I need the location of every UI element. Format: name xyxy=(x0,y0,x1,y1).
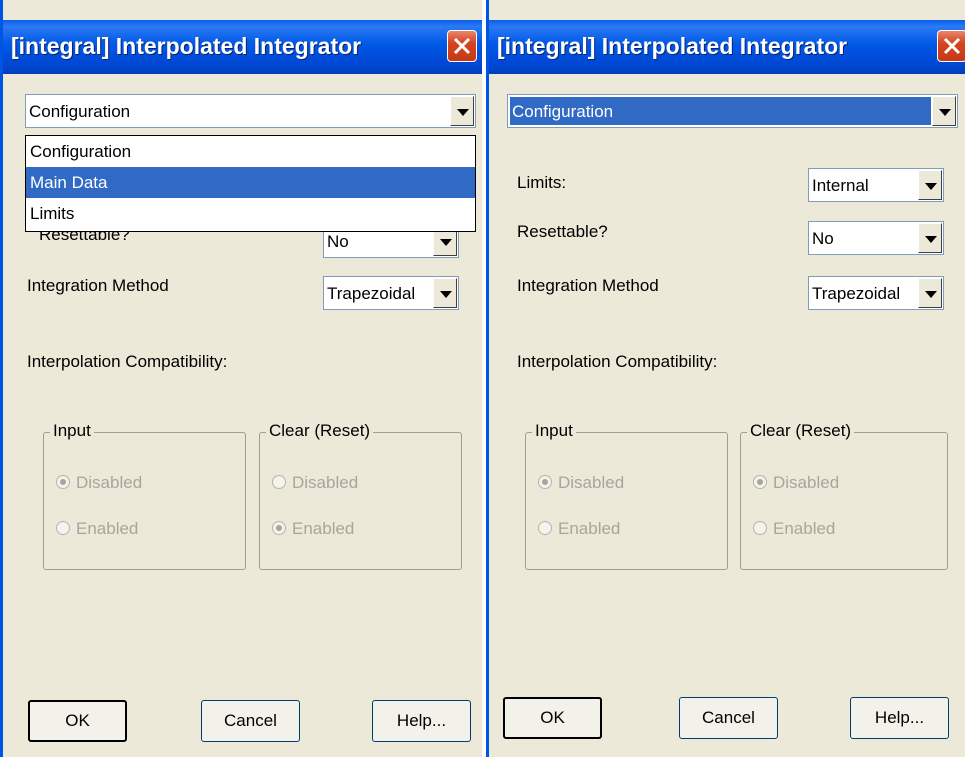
dropdown-option-limits[interactable]: Limits xyxy=(26,198,475,229)
close-icon xyxy=(943,37,961,55)
radio-label: Disabled xyxy=(773,473,840,492)
page-select[interactable]: Configuration xyxy=(507,94,958,128)
close-icon xyxy=(453,37,471,55)
clear-disabled-radio[interactable]: Disabled xyxy=(272,473,358,493)
radio-icon xyxy=(272,521,286,535)
dialog-left: [integral] Interpolated Integrator Confi… xyxy=(0,0,482,757)
input-group: Input Disabled Enabled xyxy=(43,421,246,570)
input-group-label: Input xyxy=(50,421,94,441)
integration-method-value: Trapezoidal xyxy=(327,284,416,303)
dropdown-option-configuration[interactable]: Configuration xyxy=(26,136,475,167)
radio-icon xyxy=(753,521,767,535)
radio-icon xyxy=(272,475,286,489)
radio-icon xyxy=(753,475,767,489)
input-disabled-radio[interactable]: Disabled xyxy=(538,473,624,493)
clear-reset-group: Clear (Reset) Disabled Enabled xyxy=(740,421,948,570)
page-dropdown-list: Configuration Main Data Limits xyxy=(25,135,476,232)
integration-method-label: Integration Method xyxy=(517,276,659,295)
resettable-select[interactable]: No xyxy=(808,221,944,255)
limits-value: Internal xyxy=(812,176,869,195)
dialog-title: [integral] Interpolated Integrator xyxy=(11,33,362,59)
clear-reset-group: Clear (Reset) Disabled Enabled xyxy=(259,421,462,570)
ok-button[interactable]: OK xyxy=(503,697,602,739)
title-bar[interactable]: [integral] Interpolated Integrator xyxy=(489,20,965,74)
dialog-title: [integral] Interpolated Integrator xyxy=(497,33,848,59)
help-button[interactable]: Help... xyxy=(372,700,471,742)
resettable-value: No xyxy=(812,229,834,248)
cancel-button[interactable]: Cancel xyxy=(679,697,778,739)
integration-method-label: Integration Method xyxy=(27,276,169,295)
dropdown-option-main-data[interactable]: Main Data xyxy=(26,167,475,198)
integration-method-select[interactable]: Trapezoidal xyxy=(323,276,459,310)
resettable-value: No xyxy=(327,232,349,251)
radio-label: Disabled xyxy=(292,473,359,492)
clear-reset-group-label: Clear (Reset) xyxy=(747,421,855,441)
cancel-button[interactable]: Cancel xyxy=(201,700,300,742)
radio-label: Disabled xyxy=(558,473,625,492)
input-group: Input Disabled Enabled xyxy=(525,421,728,570)
ok-button[interactable]: OK xyxy=(28,700,127,742)
clear-disabled-radio[interactable]: Disabled xyxy=(753,473,839,493)
radio-label: Enabled xyxy=(292,519,355,538)
chevron-down-icon[interactable] xyxy=(918,223,942,253)
close-button[interactable] xyxy=(937,30,965,62)
integration-method-select[interactable]: Trapezoidal xyxy=(808,276,944,310)
radio-label: Enabled xyxy=(76,519,139,538)
resettable-label: Resettable? xyxy=(517,222,608,241)
chevron-down-icon[interactable] xyxy=(932,96,956,126)
clear-enabled-radio[interactable]: Enabled xyxy=(753,519,835,539)
limits-label: Limits: xyxy=(517,173,567,192)
radio-icon xyxy=(56,521,70,535)
input-disabled-radio[interactable]: Disabled xyxy=(56,473,142,493)
radio-icon xyxy=(56,475,70,489)
radio-label: Enabled xyxy=(558,519,621,538)
help-button[interactable]: Help... xyxy=(850,697,949,739)
radio-label: Disabled xyxy=(76,473,143,492)
chevron-down-icon[interactable] xyxy=(918,278,942,308)
page-select-value: Configuration xyxy=(510,97,931,125)
chevron-down-icon[interactable] xyxy=(918,170,942,200)
input-enabled-radio[interactable]: Enabled xyxy=(56,519,138,539)
integration-method-value: Trapezoidal xyxy=(812,284,901,303)
close-button[interactable] xyxy=(447,30,477,62)
dialog-right: [integral] Interpolated Integrator Confi… xyxy=(486,0,965,757)
interpolation-compatibility-label: Interpolation Compatibility: xyxy=(27,352,228,371)
page-select[interactable]: Configuration xyxy=(25,94,476,128)
clear-enabled-radio[interactable]: Enabled xyxy=(272,519,354,539)
radio-icon xyxy=(538,475,552,489)
clear-reset-group-label: Clear (Reset) xyxy=(266,421,374,441)
input-group-label: Input xyxy=(532,421,576,441)
chevron-down-icon[interactable] xyxy=(450,96,474,126)
title-bar[interactable]: [integral] Interpolated Integrator xyxy=(3,20,482,74)
input-enabled-radio[interactable]: Enabled xyxy=(538,519,620,539)
radio-icon xyxy=(538,521,552,535)
interpolation-compatibility-label: Interpolation Compatibility: xyxy=(517,352,718,371)
radio-label: Enabled xyxy=(773,519,836,538)
limits-select[interactable]: Internal xyxy=(808,168,944,202)
page-select-value: Configuration xyxy=(29,102,131,121)
chevron-down-icon[interactable] xyxy=(433,278,457,308)
